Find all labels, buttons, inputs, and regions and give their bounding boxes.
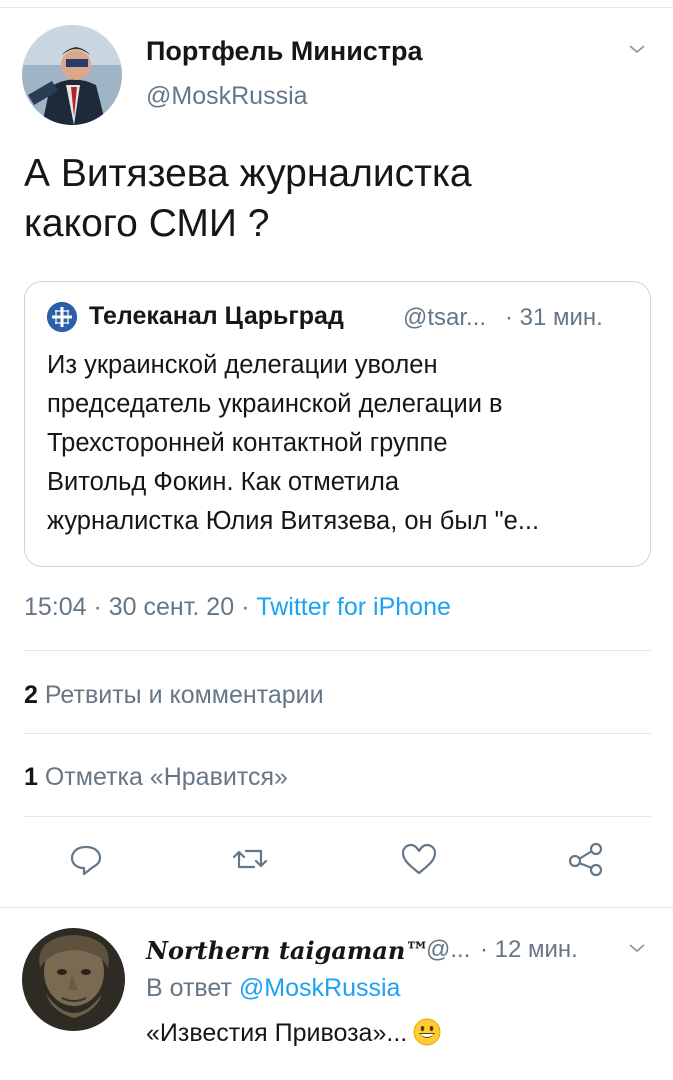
top-divider (0, 0, 673, 8)
reply-to-mention[interactable]: @MoskRussia (239, 974, 401, 1002)
likes-stat[interactable]: 1 Отметка «Нравится» (24, 763, 288, 792)
like-icon[interactable] (399, 839, 439, 879)
quoted-text-line: Из украинской делегации уволен (47, 351, 438, 379)
tweet-text: А Витязева журналистка какого СМИ ? (24, 149, 644, 249)
share-icon[interactable] (566, 839, 606, 879)
reply-icon[interactable] (66, 839, 106, 879)
author-avatar[interactable] (22, 25, 122, 125)
quoted-text-line: Трехсторонней контактной группе (47, 429, 448, 457)
tweet-meta: 15:04 · 30 сент. 20 · Twitter for iPhone (24, 593, 451, 622)
tweet-text-line: А Витязева журналистка (24, 152, 472, 195)
retweet-icon[interactable] (230, 839, 270, 879)
tweet-timestamp: 15:04 · 30 сент. 20 · (24, 593, 257, 621)
chevron-down-icon[interactable] (627, 39, 647, 59)
reply-text-body: «Известия Привоза»... (146, 1019, 408, 1047)
quoted-author-handle: @tsar... (403, 304, 487, 331)
reply-time: · 12 мин. (480, 936, 578, 963)
chevron-down-icon[interactable] (627, 938, 647, 958)
reply-author-name[interactable]: Northern taigaman™ (146, 936, 429, 965)
divider (24, 816, 651, 817)
retweets-label: Ретвиты и комментарии (44, 681, 324, 709)
likes-label: Отметка «Нравится» (44, 763, 288, 791)
quoted-text-line: журналистка Юлия Витязева, он был "е... (47, 507, 540, 535)
reply-tweet[interactable]: Northern taigaman™ @... · 12 мин. В отве… (0, 908, 673, 1080)
reply-author-avatar[interactable] (22, 928, 125, 1031)
smiley-emoji-icon (413, 1018, 441, 1046)
divider (24, 650, 651, 651)
reply-author-handle[interactable]: @... (426, 936, 470, 964)
tweet-text-line: какого СМИ ? (24, 202, 270, 245)
tweet-source-link[interactable]: Twitter for iPhone (256, 593, 451, 621)
retweets-stat[interactable]: 2 Ретвиты и комментарии (24, 681, 324, 710)
likes-count: 1 (24, 763, 38, 791)
quoted-time: · 31 мин. (505, 304, 603, 331)
reply-to-prefix: В ответ (146, 974, 239, 1002)
quoted-author-name: Телеканал Царьград (89, 302, 344, 330)
retweets-count: 2 (24, 681, 38, 709)
author-handle[interactable]: @MoskRussia (146, 82, 308, 111)
reply-context: В ответ @MoskRussia (146, 974, 400, 1003)
main-tweet: Портфель Министра @MoskRussia А Витязева… (0, 9, 673, 907)
divider (24, 733, 651, 734)
tsargrad-logo-icon (47, 302, 77, 332)
quoted-text-line: Витольд Фокин. Как отметила (47, 468, 400, 496)
reply-text: «Известия Привоза»... (146, 1018, 441, 1048)
author-name[interactable]: Портфель Министра (146, 36, 423, 67)
quoted-text: Из украинской делегации уволен председат… (47, 346, 637, 541)
quoted-text-line: председатель украинской делегации в (47, 390, 503, 418)
quoted-tweet[interactable]: Телеканал Царьград @tsar... · 31 мин. Из… (24, 281, 651, 567)
